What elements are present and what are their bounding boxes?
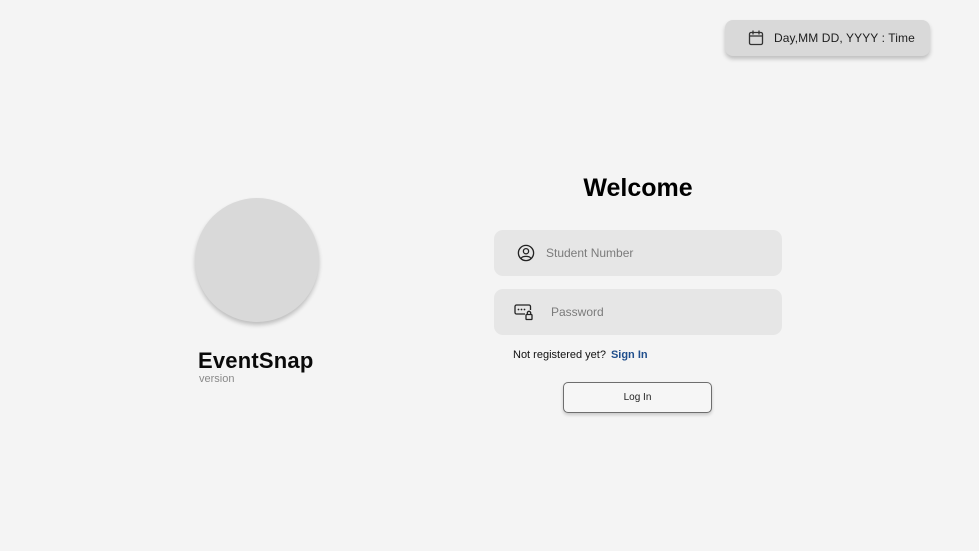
sign-in-link[interactable]: Sign In xyxy=(611,349,648,361)
student-number-input[interactable] xyxy=(546,238,756,268)
student-number-field[interactable] xyxy=(494,230,782,276)
app-name: EventSnap xyxy=(198,348,314,373)
register-prompt: Not registered yet? xyxy=(513,349,606,361)
datetime-chip[interactable]: Day,MM DD, YYYY : Time xyxy=(725,20,930,56)
welcome-title: Welcome xyxy=(583,174,693,202)
password-lock-icon xyxy=(514,302,534,322)
datetime-text: Day,MM DD, YYYY : Time xyxy=(774,31,915,45)
password-input[interactable] xyxy=(551,297,761,327)
calendar-icon xyxy=(748,30,764,46)
register-row: Not registered yet? Sign In xyxy=(513,349,648,361)
login-button[interactable]: Log In xyxy=(563,382,712,413)
app-logo xyxy=(195,198,319,322)
app-version: version xyxy=(199,373,235,385)
user-circle-icon xyxy=(516,243,536,263)
password-field[interactable] xyxy=(494,289,782,335)
